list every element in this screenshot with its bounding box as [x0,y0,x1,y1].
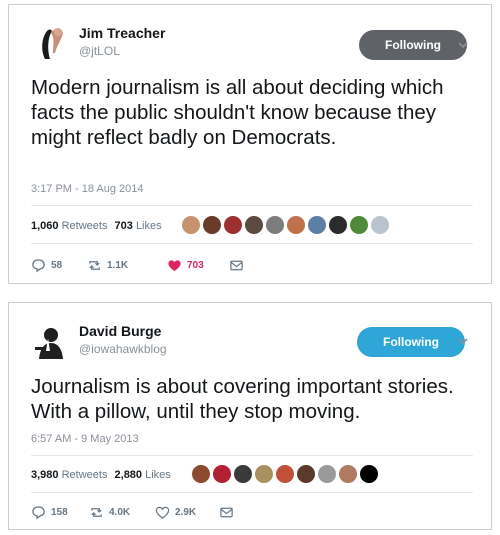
like-count: 2.9K [175,506,197,518]
retweets-count[interactable]: 1,060 [31,220,59,232]
likes-label[interactable]: Likes [145,469,171,481]
likes-count[interactable]: 2,880 [115,469,143,481]
liker-avatar[interactable] [212,464,232,484]
liker-avatar[interactable] [181,215,201,235]
likes-label[interactable]: Likes [136,220,162,232]
liker-avatar[interactable] [328,215,348,235]
avatar[interactable] [31,23,71,63]
liker-avatar[interactable] [202,215,222,235]
tweet-text: Modern journalism is all about deciding … [31,76,444,149]
following-button[interactable]: Following [357,327,465,357]
tweet-actions: 158 4.0K 2.9K [31,503,261,521]
liker-avatar[interactable] [296,464,316,484]
liker-avatar[interactable] [338,464,358,484]
tweet-timestamp[interactable]: 6:57 AM - 9 May 2013 [31,433,139,445]
retweet-icon [89,260,100,270]
divider [31,492,473,493]
tweet-timestamp[interactable]: 3:17 PM - 18 Aug 2014 [31,183,144,195]
liker-avatar[interactable] [317,464,337,484]
liker-avatar[interactable] [254,464,274,484]
tweet-card: Jim Treacher @jtLOL Following Modern jou… [8,4,492,284]
retweet-count: 4.0K [109,506,131,518]
reply-icon [32,505,45,519]
liker-avatar[interactable] [307,215,327,235]
retweet-button[interactable]: 4.0K [89,503,130,521]
tweet-text: Journalism is about covering important s… [31,375,454,423]
liker-avatar[interactable] [233,464,253,484]
retweets-count[interactable]: 3,980 [31,469,59,481]
retweet-button[interactable]: 1.1K [87,256,128,274]
retweets-label[interactable]: Retweets [62,469,108,481]
liker-avatar[interactable] [265,215,285,235]
tweet-card: David Burge @iowahawkblog Following Jour… [8,302,492,530]
heart-icon [155,506,170,519]
liker-avatar[interactable] [359,464,379,484]
tweet-actions: 58 1.1K 703 [31,256,261,274]
liker-avatar[interactable] [370,215,390,235]
reply-button[interactable]: 158 [31,503,68,521]
chevron-down-icon[interactable] [455,37,471,53]
retweets-label[interactable]: Retweets [62,220,108,232]
liker-avatar[interactable] [223,215,243,235]
reply-count: 58 [51,259,63,271]
envelope-icon [230,260,243,270]
liker-avatar[interactable] [275,464,295,484]
liker-avatar[interactable] [191,464,211,484]
likes-count[interactable]: 703 [115,220,133,232]
tweet-stats: 1,060 Retweets 703 Likes [31,220,162,232]
reply-button[interactable]: 58 [31,256,62,274]
heart-filled-icon [168,259,181,271]
liker-avatars [191,464,381,484]
divider [31,205,473,206]
liker-avatar[interactable] [286,215,306,235]
message-button[interactable] [229,256,249,274]
reply-count: 158 [51,506,68,518]
reply-icon [32,258,45,272]
author-handle[interactable]: @jtLOL [79,44,120,58]
envelope-icon [220,507,233,517]
liker-avatars [181,215,390,235]
divider [31,243,473,244]
retweet-count: 1.1K [107,259,129,271]
tweet-stats: 3,980 Retweets 2,880 Likes [31,469,171,481]
chevron-down-icon[interactable] [455,333,471,349]
author-handle[interactable]: @iowahawkblog [79,342,167,356]
avatar[interactable] [31,321,71,361]
divider [31,455,473,456]
like-count: 703 [187,259,204,271]
message-button[interactable] [219,503,239,521]
like-button[interactable]: 703 [167,256,204,274]
retweet-icon [91,507,102,517]
like-button[interactable]: 2.9K [155,503,196,521]
following-button[interactable]: Following [359,30,467,60]
liker-avatar[interactable] [244,215,264,235]
author-name[interactable]: Jim Treacher [79,25,165,41]
author-name[interactable]: David Burge [79,323,161,339]
liker-avatar[interactable] [349,215,369,235]
